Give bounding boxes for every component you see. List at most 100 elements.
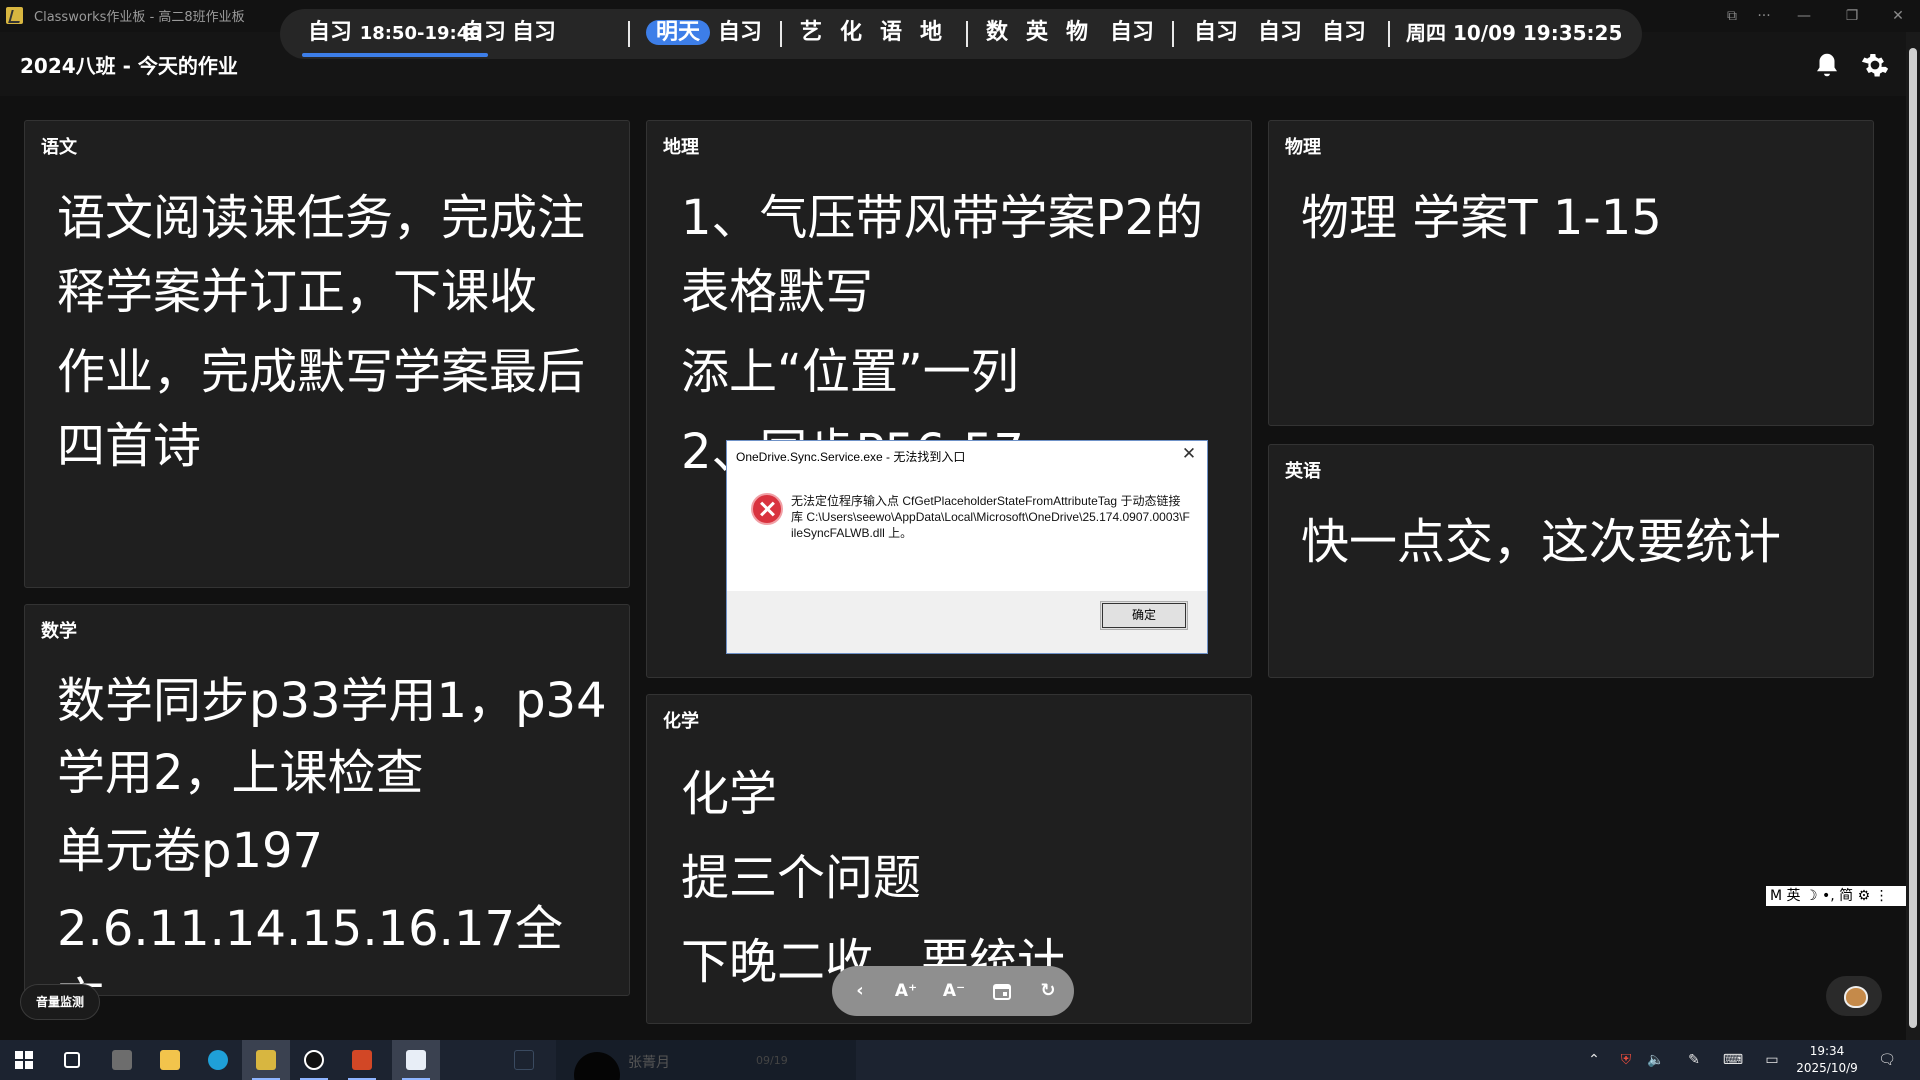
- chat-preview[interactable]: 张菁月 09/19: [556, 1040, 856, 1080]
- card-body: 数学同步p33学用1，p34学用2，上课检查 单元卷p197 2.6.11.14…: [57, 665, 609, 995]
- schedule-item[interactable]: 自习: [718, 19, 762, 47]
- schedule-item[interactable]: 自习: [1258, 19, 1302, 47]
- schedule-divider: [1388, 21, 1390, 47]
- schedule-divider: [628, 21, 630, 47]
- restore-button[interactable]: ❐: [1834, 4, 1870, 28]
- homework-line: 数学同步p33学用1，p34学用2，上课检查: [57, 673, 607, 801]
- schedule-item[interactable]: 自习: [1194, 19, 1238, 47]
- chat-date: 09/19: [756, 1054, 788, 1067]
- window-title: Classworks作业板 - 高二8班作业板: [34, 10, 245, 25]
- volume-monitor-button[interactable]: 音量监测: [20, 984, 100, 1020]
- powerpoint-icon[interactable]: [338, 1040, 386, 1080]
- board-title: 2024八班 - 今天的作业: [20, 54, 238, 78]
- floating-toolbar: ‹ A⁺ A⁻ ↻: [832, 966, 1074, 1016]
- homework-line: 添上“位置”一列: [681, 344, 1019, 400]
- scrollbar-thumb[interactable]: [1909, 48, 1917, 1028]
- chevron-left-icon[interactable]: ‹: [844, 975, 876, 1007]
- schedule-current-period[interactable]: 自习 18:50-19:40: [308, 19, 482, 47]
- card-title: 语文: [41, 137, 77, 158]
- close-window-button[interactable]: ✕: [1880, 4, 1916, 28]
- close-icon[interactable]: ✕: [1177, 443, 1201, 465]
- card-title: 地理: [663, 137, 699, 158]
- more-icon[interactable]: ···: [1746, 4, 1782, 28]
- whiteboard-app-icon[interactable]: [392, 1040, 440, 1080]
- current-period-indicator: [302, 53, 488, 57]
- clock-time: 19:34: [1809, 1044, 1845, 1058]
- homework-line: 语文阅读课任务，完成注释学案并订正，下课收: [57, 190, 586, 320]
- chat-user-name: 张菁月: [628, 1055, 670, 1071]
- card-title: 物理: [1285, 137, 1321, 158]
- tomorrow-badge-label: 明天: [646, 20, 711, 45]
- homework-line: 化学: [681, 766, 778, 822]
- schedule-bar: 自习 18:50-19:40 自习 自习 明天 自习 艺 化 语 地 数 英 物…: [280, 9, 1642, 59]
- error-icon: [751, 493, 783, 525]
- classworks-app-icon[interactable]: [242, 1040, 290, 1080]
- notification-icon[interactable]: 🗨: [1874, 1050, 1900, 1070]
- schedule-item[interactable]: 物: [1066, 19, 1088, 47]
- ok-button[interactable]: 确定: [1100, 601, 1188, 630]
- schedule-item[interactable]: 地: [920, 19, 942, 47]
- qq-icon[interactable]: [290, 1040, 338, 1080]
- current-period-label: 自习: [308, 20, 353, 45]
- card-body: 快一点交，这次要统计: [1301, 505, 1853, 585]
- schedule-item[interactable]: 自习: [1110, 19, 1154, 47]
- card-body: 物理 学案T 1-15: [1301, 181, 1853, 261]
- card-body: 语文阅读课任务，完成注释学案并订正，下课收 作业，完成默写学案最后四首诗: [57, 181, 609, 489]
- subject-card-chinese[interactable]: 语文 语文阅读课任务，完成注释学案并订正，下课收 作业，完成默写学案最后四首诗: [24, 120, 630, 588]
- subject-card-math[interactable]: 数学 数学同步p33学用1，p34学用2，上课检查 单元卷p197 2.6.11…: [24, 604, 630, 996]
- calendar-icon[interactable]: [986, 975, 1018, 1007]
- schedule-item[interactable]: 艺: [800, 19, 822, 47]
- schedule-item[interactable]: 自习: [462, 19, 506, 47]
- network-icon[interactable]: ▭: [1760, 1050, 1784, 1070]
- schedule-divider: [1172, 21, 1174, 47]
- task-view-icon[interactable]: [48, 1040, 96, 1080]
- font-increase-icon[interactable]: A⁺: [890, 975, 922, 1007]
- avatar: [574, 1052, 620, 1080]
- schedule-item[interactable]: 英: [1026, 19, 1048, 47]
- schedule-divider: [780, 21, 782, 47]
- subject-card-physics[interactable]: 物理 物理 学案T 1-15: [1268, 120, 1874, 426]
- schedule-divider: [966, 21, 968, 47]
- schedule-item[interactable]: 语: [880, 19, 902, 47]
- mascot-icon[interactable]: [1826, 976, 1882, 1016]
- schedule-item[interactable]: 自习: [1322, 19, 1366, 47]
- ime-toolbar[interactable]: M 英 ☽ •, 简 ⚙ ⋮: [1766, 886, 1920, 906]
- schedule-item[interactable]: 化: [840, 19, 862, 47]
- homework-line: 作业，完成默写学案最后四首诗: [57, 344, 586, 474]
- card-title: 数学: [41, 621, 77, 642]
- refresh-icon[interactable]: ↻: [1032, 975, 1064, 1007]
- font-decrease-icon[interactable]: A⁻: [938, 975, 970, 1007]
- seewo-icon[interactable]: [98, 1040, 146, 1080]
- chevron-up-icon[interactable]: ⌃: [1582, 1050, 1606, 1070]
- homework-line: 2.6.11.14.15.16.17全交: [57, 901, 564, 995]
- tomorrow-badge: 明天: [646, 19, 711, 47]
- security-icon[interactable]: ⛨: [1614, 1050, 1638, 1070]
- homework-line: 单元卷p197: [57, 823, 324, 879]
- clock-date: 2025/10/9: [1796, 1061, 1858, 1075]
- dialog-body: 无法定位程序输入点 CfGetPlaceholderStateFromAttri…: [727, 473, 1207, 591]
- subject-card-english[interactable]: 英语 快一点交，这次要统计: [1268, 444, 1874, 678]
- dialog-message: 无法定位程序输入点 CfGetPlaceholderStateFromAttri…: [791, 494, 1190, 540]
- keyboard-icon[interactable]: ⌨: [1720, 1050, 1746, 1070]
- bell-icon[interactable]: [1812, 50, 1842, 80]
- card-title: 英语: [1285, 461, 1321, 482]
- minimize-button[interactable]: —: [1786, 4, 1822, 28]
- dialog-title: OneDrive.Sync.Service.exe - 无法找到入口: [736, 450, 966, 464]
- error-dialog: OneDrive.Sync.Service.exe - 无法找到入口 ✕ 无法定…: [726, 440, 1208, 654]
- homework-line: 提三个问题: [681, 850, 922, 906]
- snap-icon[interactable]: ⧉: [1714, 4, 1750, 28]
- gear-icon[interactable]: [1860, 50, 1890, 80]
- window-preview-icon[interactable]: [500, 1040, 548, 1080]
- homework-line: 物理 学案T 1-15: [1301, 190, 1662, 246]
- taskbar-clock[interactable]: 19:34 2025/10/9: [1792, 1043, 1862, 1077]
- app-icon: [6, 7, 23, 24]
- schedule-item[interactable]: 自习: [512, 19, 556, 47]
- taskbar: 张菁月 09/19 ⌃ ⛨ 🔈 ✎ ⌨ ▭ 19:34 2025/10/9 🗨: [0, 1040, 1920, 1080]
- edge-browser-icon[interactable]: [194, 1040, 242, 1080]
- volume-icon[interactable]: 🔈: [1644, 1050, 1668, 1070]
- homework-line: 快一点交，这次要统计: [1301, 514, 1782, 570]
- file-explorer-icon[interactable]: [146, 1040, 194, 1080]
- start-button[interactable]: [0, 1040, 48, 1080]
- schedule-item[interactable]: 数: [986, 19, 1008, 47]
- pen-icon[interactable]: ✎: [1682, 1050, 1706, 1070]
